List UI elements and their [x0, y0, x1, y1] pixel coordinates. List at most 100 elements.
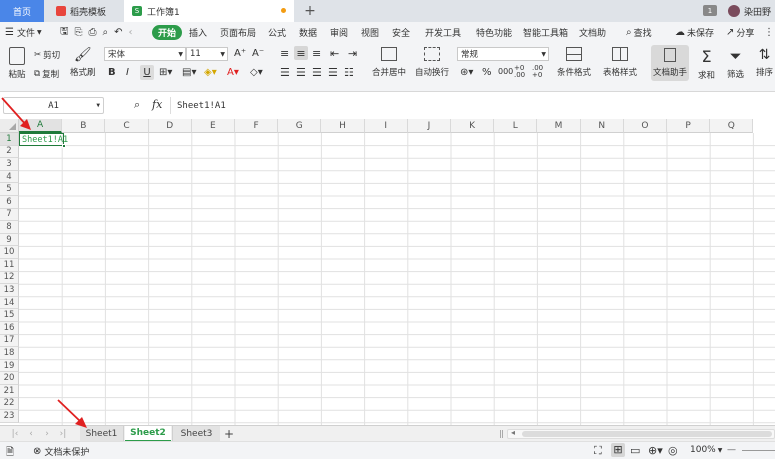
tab-view[interactable]: 视图	[361, 22, 379, 43]
row-header-3[interactable]: 3	[0, 158, 19, 171]
thousands-button[interactable]: 000	[498, 67, 513, 76]
row-header-15[interactable]: 15	[0, 309, 19, 322]
user-account[interactable]: 染田野	[728, 0, 775, 22]
save-icon[interactable]: 🖫	[60, 24, 69, 41]
tab-workbook[interactable]: S 工作簿1	[124, 0, 294, 22]
row-header-17[interactable]: 17	[0, 334, 19, 348]
tab-page-layout[interactable]: 页面布局	[220, 22, 256, 43]
align-right-icon[interactable]: ☰	[312, 66, 322, 79]
decrease-font-icon[interactable]: A⁻	[252, 48, 264, 59]
column-header-l[interactable]: L	[494, 119, 538, 133]
row-header-9[interactable]: 9	[0, 233, 19, 247]
add-sheet-button[interactable]: +	[222, 426, 236, 442]
tab-template[interactable]: 稻壳模板	[48, 0, 121, 22]
sheet-nav-prev-icon[interactable]: ‹	[26, 426, 36, 442]
file-menu[interactable]: ☰ 文件 ▼	[5, 22, 42, 43]
horizontal-scroll-thumb[interactable]	[522, 431, 772, 437]
column-header-h[interactable]: H	[321, 119, 365, 133]
print-icon[interactable]: ⎙	[89, 27, 97, 38]
sort-button[interactable]: ⇅ 排序	[756, 47, 773, 78]
align-left-icon[interactable]: ☰	[280, 66, 290, 79]
fill-handle[interactable]	[62, 144, 66, 148]
clear-format-icon[interactable]: ◇▾	[250, 67, 263, 78]
tab-insert[interactable]: 插入	[189, 22, 207, 43]
row-header-13[interactable]: 13	[0, 284, 19, 297]
formula-input[interactable]: Sheet1!A1	[170, 97, 775, 114]
column-header-d[interactable]: D	[148, 119, 192, 133]
sheet-nav-first-icon[interactable]: |‹	[10, 426, 20, 442]
format-painter-button[interactable]: 🖌 格式刷	[70, 47, 96, 78]
percent-button[interactable]: %	[482, 67, 492, 78]
copy-button[interactable]: ⧉ 复制	[34, 68, 59, 80]
window-count-badge[interactable]: 1	[703, 5, 717, 16]
distribute-icon[interactable]: ☷	[344, 66, 354, 79]
fx-button[interactable]: fx	[152, 98, 162, 111]
horizontal-scrollbar[interactable]: ◂	[507, 428, 775, 439]
tab-developer[interactable]: 开发工具	[425, 22, 461, 43]
cloud-save-status[interactable]: ☁ 未保存	[675, 22, 714, 43]
sum-button[interactable]: Σ 求和	[698, 47, 715, 81]
align-top-icon[interactable]: ≡	[280, 47, 289, 60]
column-header-n[interactable]: N	[580, 119, 624, 133]
currency-icon[interactable]: ⊛▾	[460, 67, 473, 78]
page-break-view-icon[interactable]: ⊕▾	[648, 444, 663, 457]
row-header-18[interactable]: 18	[0, 347, 19, 360]
column-header-q[interactable]: Q	[710, 119, 754, 133]
scroll-left-icon[interactable]: ◂	[511, 428, 515, 437]
column-header-o[interactable]: O	[623, 119, 667, 133]
underline-button[interactable]: U	[140, 65, 154, 80]
share-button[interactable]: ↗ 分享	[726, 22, 754, 43]
tab-security[interactable]: 安全	[392, 22, 410, 43]
column-header-g[interactable]: G	[278, 119, 322, 133]
print-preview-icon[interactable]: ⌕	[103, 27, 109, 38]
row-header-21[interactable]: 21	[0, 385, 19, 398]
column-header-m[interactable]: M	[537, 119, 581, 133]
page-layout-view-icon[interactable]: ▭	[630, 444, 640, 457]
row-header-20[interactable]: 20	[0, 372, 19, 385]
zoom-formula-icon[interactable]: ⌕	[134, 98, 140, 112]
export-pdf-icon[interactable]: ⎘	[75, 27, 83, 38]
zoom-out-button[interactable]: —	[727, 445, 736, 455]
zoom-slider[interactable]	[742, 450, 775, 451]
indent-decrease-icon[interactable]: ⇤	[330, 47, 339, 60]
fill-color-icon[interactable]: ▤▾	[182, 67, 196, 78]
row-header-6[interactable]: 6	[0, 196, 19, 209]
cut-button[interactable]: ✂ 剪切	[34, 49, 60, 61]
tab-formulas[interactable]: 公式	[268, 22, 286, 43]
align-bottom-icon[interactable]: ≡	[312, 47, 321, 60]
row-header-19[interactable]: 19	[0, 359, 19, 373]
focus-mode-icon[interactable]: ⛶	[594, 444, 602, 458]
column-header-c[interactable]: C	[105, 119, 149, 133]
merge-center-button[interactable]: 合并居中	[369, 47, 409, 78]
row-header-23[interactable]: 23	[0, 410, 19, 423]
filter-button[interactable]: ⏷ 筛选	[727, 47, 744, 80]
row-header-16[interactable]: 16	[0, 322, 19, 335]
row-header-5[interactable]: 5	[0, 183, 19, 196]
row-header-2[interactable]: 2	[0, 145, 19, 159]
align-middle-icon[interactable]: ≡	[294, 46, 308, 60]
sheet-bar-splitter[interactable]	[500, 430, 503, 438]
font-color-icon[interactable]: A▾	[227, 67, 239, 78]
row-header-8[interactable]: 8	[0, 221, 19, 234]
tab-doc-helper[interactable]: 文档助	[579, 22, 606, 43]
tab-start[interactable]: 开始	[152, 25, 182, 40]
conditional-format-button[interactable]: 条件格式	[557, 47, 591, 78]
normal-view-icon[interactable]: ⊞	[611, 443, 625, 457]
border-icon[interactable]: ⊞▾	[159, 67, 172, 78]
redo-icon[interactable]: ‹	[129, 27, 133, 38]
search-button[interactable]: ⌕ 查找	[626, 22, 652, 43]
increase-font-icon[interactable]: A⁺	[234, 48, 246, 59]
paste-button[interactable]: 粘贴	[5, 47, 29, 80]
table-style-button[interactable]: 表格样式	[603, 47, 637, 78]
row-header-7[interactable]: 7	[0, 208, 19, 222]
highlight-icon[interactable]: ◈▾	[204, 67, 217, 78]
status-doc-icon[interactable]: 🗎	[6, 445, 14, 462]
tab-special[interactable]: 特色功能	[476, 22, 512, 43]
increase-decimal-button[interactable]: +0 .00	[514, 65, 528, 79]
row-header-12[interactable]: 12	[0, 271, 19, 285]
sheet-tab-3[interactable]: Sheet3	[172, 426, 220, 442]
column-header-f[interactable]: F	[235, 119, 279, 133]
decrease-decimal-button[interactable]: .00 +0	[532, 65, 546, 79]
sheet-tab-2[interactable]: Sheet2	[125, 426, 171, 442]
indent-increase-icon[interactable]: ⇥	[348, 47, 357, 60]
